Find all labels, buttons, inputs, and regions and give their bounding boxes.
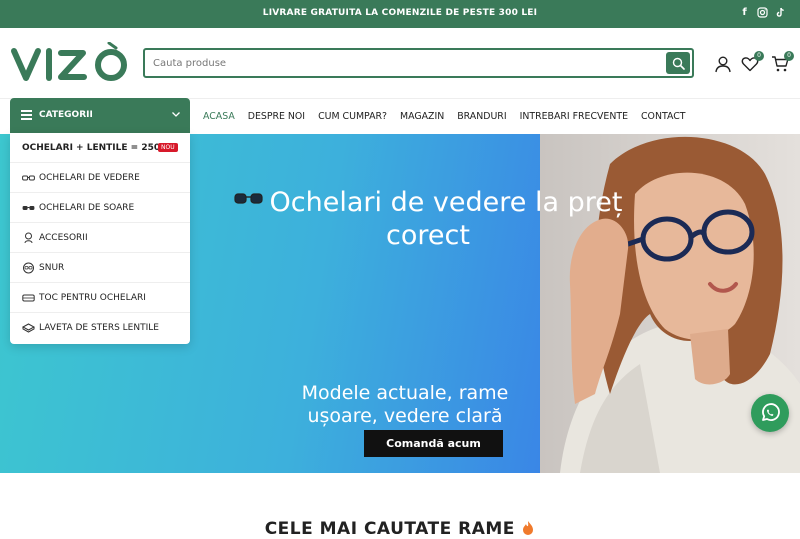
- accessory-icon: [24, 232, 33, 244]
- category-item-accesorii[interactable]: ACCESORII: [10, 223, 190, 253]
- search-button[interactable]: [666, 52, 690, 74]
- category-label: LAVETA DE STERS LENTILE: [39, 323, 159, 333]
- fire-icon: [523, 521, 534, 535]
- cloth-icon: [22, 323, 35, 333]
- cord-icon: [23, 262, 34, 274]
- nav-item-contact[interactable]: CONTACT: [641, 111, 685, 122]
- menu-icon: [21, 110, 32, 120]
- search-icon: [672, 57, 685, 70]
- sunglasses-icon: [22, 206, 35, 210]
- category-label: SNUR: [39, 263, 65, 273]
- social-links: f: [739, 7, 786, 19]
- wishlist-count-badge: 0: [754, 51, 764, 61]
- nav-item-branduri[interactable]: BRANDURI: [457, 111, 506, 122]
- glasses-emoji-icon: [233, 193, 263, 204]
- cart-icon[interactable]: 0: [771, 51, 794, 73]
- category-item-laveta[interactable]: LAVETA DE STERS LENTILE: [10, 313, 190, 343]
- instagram-icon[interactable]: [757, 7, 768, 19]
- nav-item-intrebari-frecvente[interactable]: INTREBARI FRECVENTE: [520, 111, 628, 122]
- category-item-ochelari-de-soare[interactable]: OCHELARI DE SOARE: [10, 193, 190, 223]
- category-item-ochelari-de-vedere[interactable]: OCHELARI DE VEDERE: [10, 163, 190, 193]
- categories-menu: OCHELARI + LENTILE = 250 LEI NOU OCHELAR…: [10, 133, 190, 344]
- chevron-down-icon: [172, 112, 180, 117]
- categories-label: CATEGORII: [39, 110, 93, 120]
- category-item-ochelari-lentile[interactable]: OCHELARI + LENTILE = 250 LEI NOU: [10, 133, 190, 163]
- category-label: OCHELARI DE SOARE: [39, 203, 135, 213]
- category-label: ACCESORII: [39, 233, 88, 243]
- nav-item-acasa[interactable]: ACASA: [203, 111, 235, 122]
- promo-bar: LIVRARE GRATUITA LA COMENZILE DE PESTE 3…: [0, 0, 800, 28]
- hero-subtitle: Modele actuale, rame ușoare, vedere clar…: [301, 382, 509, 427]
- category-item-toc-pentru-ochelari[interactable]: TOC PENTRU OCHELARI: [10, 283, 190, 313]
- category-label: OCHELARI DE VEDERE: [39, 173, 140, 183]
- cart-count-badge: 0: [784, 51, 794, 61]
- main-nav: ACASA DESPRE NOI CUM CUMPAR? MAGAZIN BRA…: [203, 111, 685, 122]
- hero-title: Ochelari de vedere la preț corect: [212, 186, 644, 252]
- category-label: OCHELARI + LENTILE = 250 LEI: [22, 143, 179, 153]
- free-shipping-text: LIVRARE GRATUITA LA COMENZILE DE PESTE 3…: [262, 8, 538, 18]
- whatsapp-icon: [762, 403, 780, 421]
- nav-item-cum-cumpar[interactable]: CUM CUMPAR?: [318, 111, 387, 122]
- nav-item-despre-noi[interactable]: DESPRE NOI: [248, 111, 305, 122]
- vizo-logo[interactable]: [10, 42, 132, 84]
- search-input[interactable]: [153, 55, 653, 71]
- category-item-snur[interactable]: SNUR: [10, 253, 190, 283]
- nav-item-magazin[interactable]: MAGAZIN: [400, 111, 444, 122]
- tiktok-icon[interactable]: [775, 7, 786, 19]
- search-bar: [143, 48, 694, 78]
- new-badge: NOU: [158, 143, 178, 152]
- order-now-button[interactable]: Comandă acum: [364, 430, 503, 457]
- hero-title-text: Ochelari de vedere la preț corect: [269, 187, 623, 251]
- wishlist-icon[interactable]: 0: [741, 51, 764, 73]
- site-header: 0 0: [0, 28, 800, 98]
- section-title-text: CELE MAI CAUTATE RAME: [264, 519, 515, 539]
- account-icon[interactable]: [714, 55, 732, 73]
- categories-toggle[interactable]: CATEGORII: [10, 98, 190, 133]
- whatsapp-button[interactable]: [751, 394, 789, 432]
- category-label: TOC PENTRU OCHELARI: [39, 293, 146, 303]
- facebook-icon[interactable]: f: [739, 7, 750, 19]
- glasses-icon: [22, 175, 35, 181]
- section-title: CELE MAI CAUTATE RAME: [0, 519, 800, 539]
- case-icon: [22, 294, 35, 302]
